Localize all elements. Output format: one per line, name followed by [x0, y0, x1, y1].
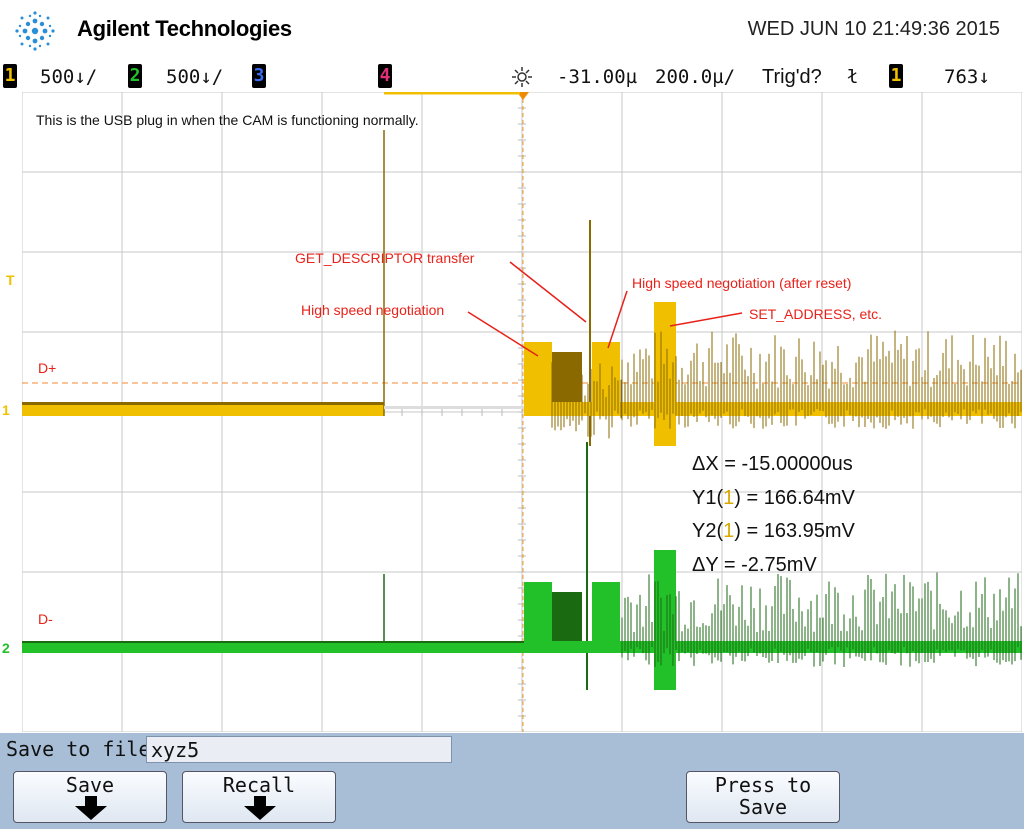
ch1-trace-active [524, 402, 1022, 416]
trigger-source-indicator: 1 [889, 64, 903, 88]
measurement-y1: Y1(1) = 166.64mV [692, 487, 855, 510]
channel-3-indicator[interactable]: 3 [252, 64, 266, 88]
save-softkey[interactable]: Save [13, 771, 167, 823]
ch2-trace-edge [22, 641, 524, 643]
trigger-level-marker: T [6, 272, 15, 288]
status-bar: 1 500↓/ 2 500↓/ 3 4 -31.00µ 200.0µ/ Trig… [0, 62, 1024, 92]
y2-channel: 1 [723, 520, 735, 542]
trigger-level: 763↓ [944, 66, 990, 88]
measurement-delta-y: ΔY = -2.75mV [692, 554, 817, 576]
channel-1-indicator[interactable]: 1 [3, 64, 17, 88]
trigger-status: Trig'd? [762, 66, 822, 88]
softkey-panel: Save to file = xyz5 Save Recall Press to… [0, 733, 1024, 829]
channel-1-scale: 500↓/ [40, 66, 98, 88]
annotation-arrow [607, 290, 628, 349]
screen-note: This is the USB plug in when the CAM is … [36, 112, 419, 128]
channel-2-scale: 500↓/ [166, 66, 224, 88]
y1-prefix: Y1( [692, 487, 724, 509]
arrow-down-icon [75, 796, 107, 820]
waveform-canvas [22, 92, 1022, 732]
press-to-save-line2: Save [738, 795, 788, 819]
ch2-trace-active [524, 641, 1022, 653]
horizontal-delay: -31.00µ [557, 66, 638, 88]
recall-softkey[interactable]: Recall [182, 771, 336, 823]
press-to-save-softkey[interactable]: Press to Save [686, 771, 840, 823]
arrow-down-icon [244, 796, 276, 820]
annotation-arrow [669, 312, 743, 327]
press-to-save-line1: Press to [714, 773, 812, 797]
recall-softkey-label: Recall [222, 773, 296, 797]
annotation-hs-negotiation-after-reset: High speed negotiation (after reset) [632, 275, 852, 291]
timebase-scale: 200.0µ/ [655, 66, 736, 88]
measurement-delta-x: ΔX = -15.00000us [692, 453, 853, 475]
y1-channel: 1 [723, 487, 735, 509]
agilent-logo-icon [15, 11, 55, 51]
label-d-minus: D- [38, 611, 53, 627]
save-softkey-label: Save [65, 773, 115, 797]
date-time: WED JUN 10 21:49:36 2015 [747, 18, 1000, 40]
label-d-plus: D+ [38, 360, 57, 376]
channel-4-indicator[interactable]: 4 [378, 64, 392, 88]
annotation-set-address: SET_ADDRESS, etc. [749, 306, 883, 322]
annotation-arrow [509, 261, 587, 323]
delay-icon [512, 67, 532, 87]
channel-1-ground-marker: 1 [2, 402, 10, 418]
waveform-display[interactable] [22, 92, 1022, 732]
y2-prefix: Y2( [692, 520, 724, 542]
ch1-gap [384, 406, 524, 409]
y1-value: ) = 166.64mV [734, 487, 855, 509]
measurement-y2: Y2(1) = 163.95mV [692, 520, 855, 543]
filename-field[interactable]: xyz5 [146, 736, 452, 763]
annotation-get-descriptor: GET_DESCRIPTOR transfer [295, 250, 475, 266]
channel-2-ground-marker: 2 [2, 640, 10, 656]
annotation-arrow [467, 311, 539, 357]
ch1-trace-edge [22, 402, 384, 405]
annotation-hs-negotiation: High speed negotiation [301, 302, 445, 318]
brand-name: Agilent Technologies [77, 16, 292, 41]
header: Agilent Technologies WED JUN 10 21:49:36… [0, 0, 1024, 62]
trigger-slope-icon: ł [847, 66, 859, 88]
y2-value: ) = 163.95mV [734, 520, 855, 542]
channel-2-indicator[interactable]: 2 [128, 64, 142, 88]
